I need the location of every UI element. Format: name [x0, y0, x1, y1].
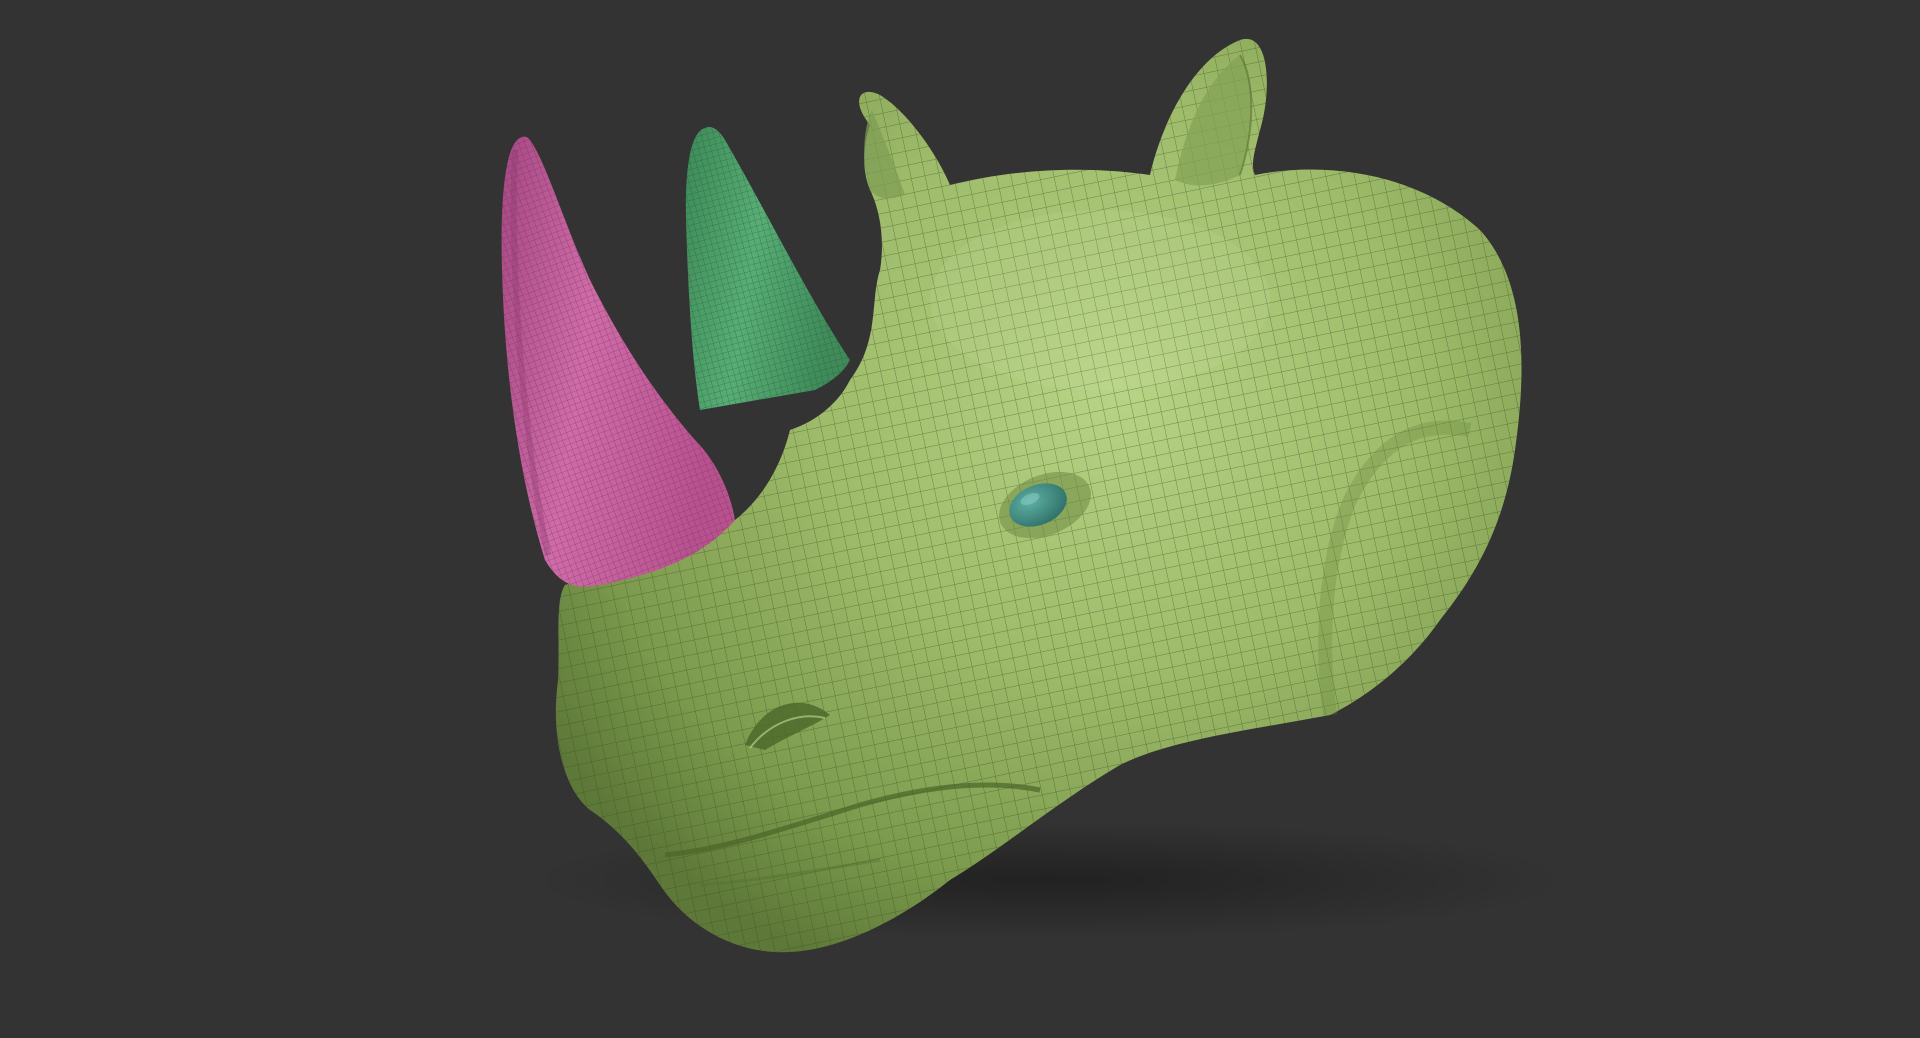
rhino-model[interactable] [0, 0, 1920, 1038]
forehead-highlight [930, 210, 1270, 390]
3d-viewport[interactable] [0, 0, 1920, 1038]
rear-horn[interactable] [685, 126, 850, 410]
